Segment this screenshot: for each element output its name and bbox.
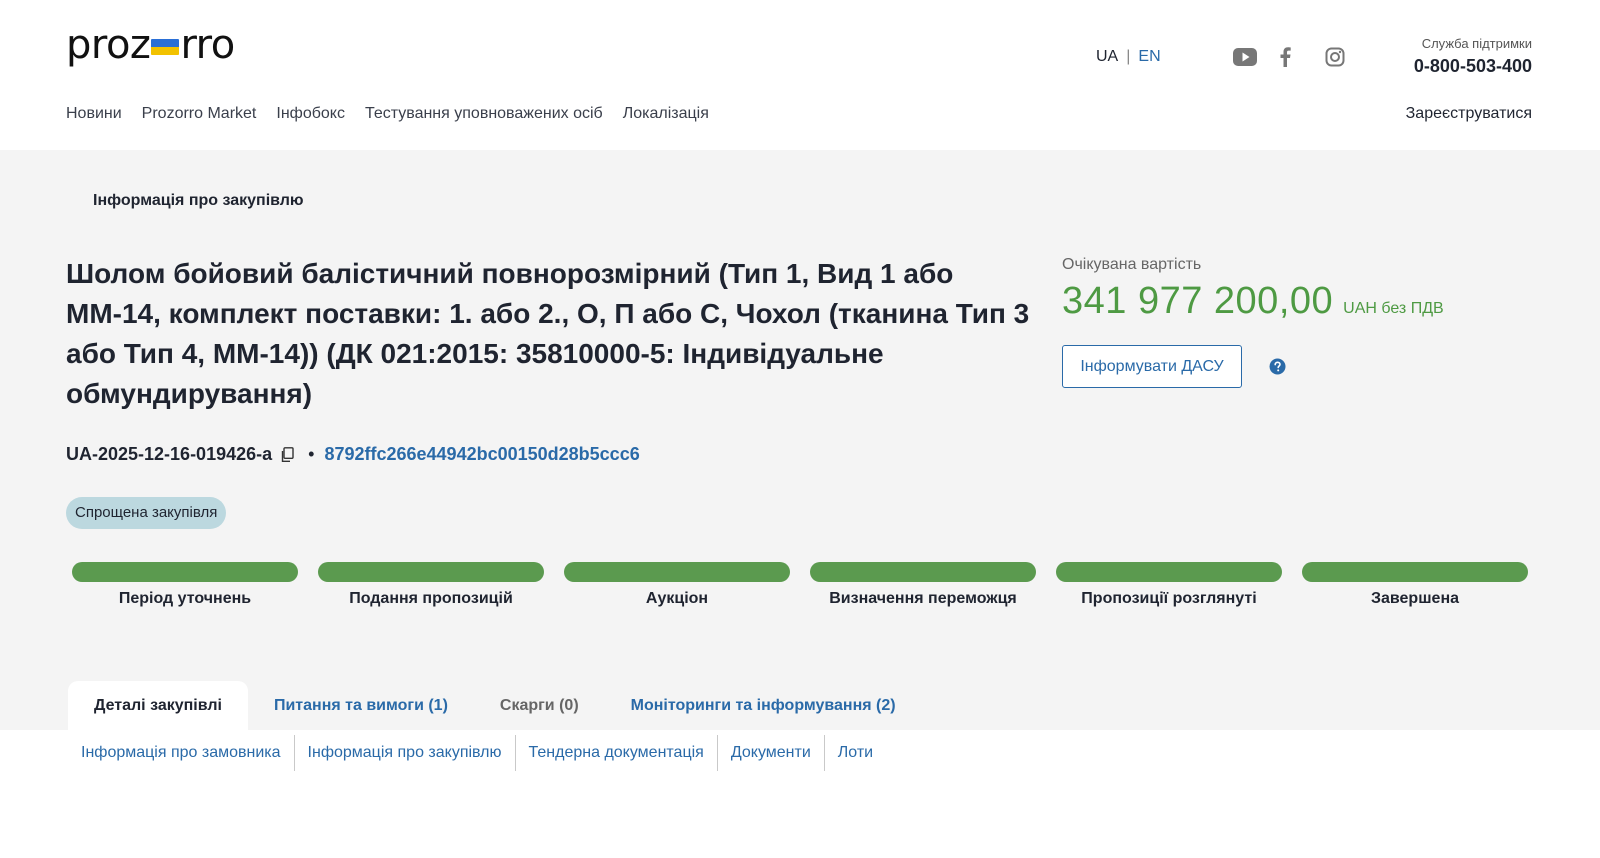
subnav-documents[interactable]: Документи bbox=[718, 735, 825, 771]
details-subnav: Інформація про замовника Інформація про … bbox=[68, 731, 886, 775]
stage-name: Визначення переможця bbox=[829, 590, 1017, 607]
tender-main-area bbox=[0, 150, 1600, 730]
youtube-icon[interactable] bbox=[1232, 46, 1258, 68]
support-block: Служба підтримки 0-800-503-400 bbox=[1414, 36, 1532, 77]
language-switcher: UA | EN bbox=[1096, 48, 1161, 66]
stage-reviewed: Пропозиції розглянуті bbox=[1056, 562, 1282, 608]
nav-item-localization[interactable]: Локалізація bbox=[623, 105, 709, 123]
breadcrumb: Інформація про закупівлю bbox=[93, 192, 304, 209]
stage-qualification: Визначення переможця bbox=[810, 562, 1036, 608]
stage-name: Аукціон bbox=[645, 590, 709, 607]
tab-complaints[interactable]: Скарги (0) bbox=[474, 681, 605, 731]
expected-value-currency: UAH без ПДВ bbox=[1343, 300, 1444, 317]
subnav-lots[interactable]: Лоти bbox=[825, 735, 886, 771]
nav-item-market[interactable]: Prozorro Market bbox=[142, 105, 257, 123]
help-icon[interactable] bbox=[1269, 358, 1286, 375]
tender-stages: Період уточнень Подання пропозицій Аукці… bbox=[72, 562, 1528, 608]
subnav-tender-docs[interactable]: Тендерна документація bbox=[516, 735, 718, 771]
stage-bar bbox=[564, 562, 790, 582]
stage-clarifications: Період уточнень bbox=[72, 562, 298, 608]
stage-bar bbox=[1302, 562, 1528, 582]
nav-item-testing[interactable]: Тестування уповноважених осіб bbox=[365, 105, 603, 123]
stage-complete: Завершена bbox=[1302, 562, 1528, 608]
tender-id: UA-2025-12-16-019426-a bbox=[66, 444, 273, 464]
logo-text-left: proz bbox=[66, 22, 151, 68]
site-header: proz rro UA | EN Служба підтримки 0-800-… bbox=[0, 0, 1600, 150]
tender-hash-link[interactable]: 8792ffc266e44942bc00150d28b5ccc6 bbox=[324, 444, 639, 465]
main-nav: Новини Prozorro Market Інфобокс Тестуван… bbox=[66, 105, 709, 123]
copy-icon[interactable] bbox=[280, 446, 294, 463]
tab-monitoring[interactable]: Моніторинги та інформування (2) bbox=[605, 681, 922, 731]
tab-questions[interactable]: Питання та вимоги (1) bbox=[248, 681, 474, 731]
instagram-icon[interactable] bbox=[1322, 46, 1348, 68]
page-title: Шолом бойовий балістичний повнорозмірний… bbox=[66, 258, 1030, 409]
support-label: Служба підтримки bbox=[1421, 36, 1532, 51]
expected-value-label: Очікувана вартість bbox=[1062, 256, 1202, 273]
register-link[interactable]: Зареєструватися bbox=[1406, 105, 1532, 123]
tender-tabs: Деталі закупівлі Питання та вимоги (1) С… bbox=[68, 681, 922, 731]
stage-bar bbox=[1056, 562, 1282, 582]
support-phone[interactable]: 0-800-503-400 bbox=[1414, 56, 1532, 77]
stage-name: Пропозиції розглянуті bbox=[1081, 590, 1257, 607]
id-separator: • bbox=[308, 444, 315, 464]
nav-item-infobox[interactable]: Інфобокс bbox=[276, 105, 345, 123]
expected-value-block: Очікувана вартість 341 977 200,00 UAH бе… bbox=[1062, 256, 1444, 323]
expected-value-amount: 341 977 200,00 bbox=[1062, 280, 1334, 322]
tab-details[interactable]: Деталі закупівлі bbox=[68, 681, 248, 731]
procedure-type-badge: Спрощена закупівля bbox=[66, 497, 227, 529]
ukraine-flag-icon bbox=[151, 39, 180, 55]
nav-item-news[interactable]: Новини bbox=[66, 105, 122, 123]
prozorro-logo[interactable]: proz rro bbox=[66, 22, 235, 68]
stage-name: Подання пропозицій bbox=[349, 590, 513, 607]
lang-separator: | bbox=[1126, 48, 1131, 65]
subnav-buyer-info[interactable]: Інформація про замовника bbox=[68, 735, 295, 771]
logo-text-right: rro bbox=[180, 22, 235, 68]
lang-en[interactable]: EN bbox=[1138, 48, 1160, 66]
stage-bar bbox=[318, 562, 544, 582]
stage-name: Завершена bbox=[1370, 590, 1459, 607]
facebook-icon[interactable] bbox=[1272, 46, 1298, 68]
tender-identifiers: UA-2025-12-16-019426-a • 8792ffc266e4494… bbox=[66, 444, 640, 465]
lang-ua[interactable]: UA bbox=[1096, 48, 1118, 66]
subnav-tender-info[interactable]: Інформація про закупівлю bbox=[295, 735, 516, 771]
stage-bar bbox=[810, 562, 1036, 582]
stage-auction: Аукціон bbox=[564, 562, 790, 608]
expected-value-row: 341 977 200,00 UAH без ПДВ bbox=[1062, 280, 1444, 323]
stage-bar bbox=[72, 562, 298, 582]
stage-submission: Подання пропозицій bbox=[318, 562, 544, 608]
stage-name: Період уточнень bbox=[118, 590, 252, 607]
inform-dasu-button[interactable]: Інформувати ДАСУ bbox=[1062, 345, 1242, 388]
